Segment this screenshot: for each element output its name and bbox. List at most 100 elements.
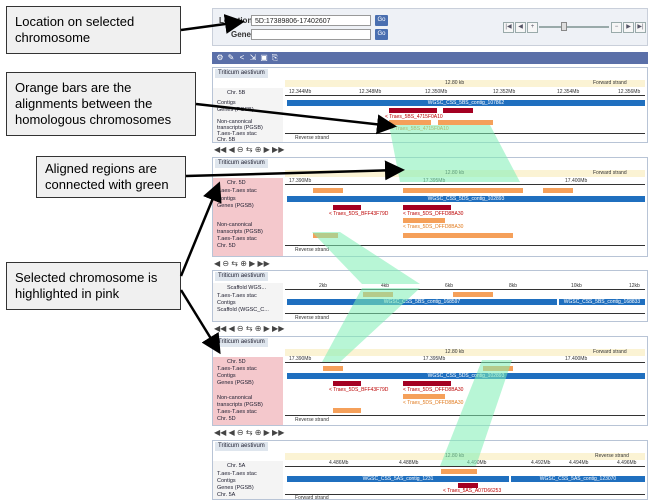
location-go-button[interactable]: Go [375, 15, 388, 26]
alignment-bar[interactable] [543, 188, 573, 193]
contig-bar[interactable]: WGSC_CSS_5DS_contig_102893 [287, 373, 645, 379]
gene-bar[interactable] [443, 108, 473, 113]
contig-bar[interactable]: WGSC_CSS_5BS_contig_168833 [559, 299, 645, 305]
link-icon[interactable]: ⎘ [270, 53, 280, 63]
callout-location-text: Location on selected chromosome [15, 14, 135, 45]
track-label-transcripts: transcripts (PGSB) [217, 229, 263, 235]
next-icon[interactable]: ▶ [623, 22, 634, 33]
alignment-bar[interactable] [438, 120, 493, 125]
gene-label[interactable]: < Traes_5BS_4715F0A10 [391, 126, 449, 132]
track-label-genes: Genes (PGSB) [217, 203, 254, 209]
tick-label: 2kb [319, 283, 328, 289]
contig-bar[interactable]: WGSC_CSS_5AS_contig_123070 [511, 476, 645, 482]
zoom-slider[interactable] [539, 26, 609, 28]
zoom-in-icon[interactable]: − [611, 22, 622, 33]
track-label-chr: Chr. 5B [217, 137, 236, 143]
species-tab: Triticum aestivum [215, 159, 268, 168]
alignment-bar[interactable] [363, 292, 393, 297]
gene-input[interactable] [251, 29, 371, 40]
track-label-scaffold: Scaffold (WGSC_C... [217, 307, 269, 313]
genome-browser: Location: 5D:17389806-17402607 Go Gene: … [212, 8, 648, 501]
view-toolbar: ⚙ ✎ < ⇲ ▣ ⎘ [212, 52, 648, 64]
alignment-bar[interactable] [403, 233, 513, 238]
gene-bar[interactable] [333, 381, 361, 386]
alignment-bar[interactable] [323, 366, 343, 371]
reverse-strand-label: Reverse strand [295, 417, 329, 423]
tick-label: 4.490Mb [467, 460, 487, 466]
track-labels-selected: Chr. 5D T.aes-T.aes stac Contigs Genes (… [213, 178, 283, 256]
panel-controls[interactable]: ◀◀ ◀ ⊖ ⇆ ⊕ ▶ ▶▶ [214, 428, 284, 437]
scale-label: 12.80 kb [445, 80, 465, 86]
contig-bar[interactable]: WGSC_CSS_5BS_contig_168597 [287, 299, 557, 305]
gene-bar[interactable] [333, 205, 361, 210]
last-page-icon[interactable]: ▶| [635, 22, 646, 33]
contig-bar[interactable]: WGSC_CSS_5AS_contig_1231 [287, 476, 509, 482]
track-label-contigs: Contigs [217, 100, 236, 106]
gene-label[interactable]: < Traes_5DS_DFFD8BA30 [403, 387, 463, 393]
panel-chr5d: Triticum aestivum 12.80 kb Forward stran… [212, 336, 648, 426]
alignment-bar[interactable] [333, 408, 361, 413]
tick-label: 4kb [381, 283, 390, 289]
gene-label[interactable]: < Traes_5DS_DFFD8BA30 [403, 400, 463, 406]
track-label-genes: Genes (PGSB) [217, 107, 254, 113]
track-label-contigs: Contigs [217, 373, 236, 379]
gene-bar[interactable] [403, 205, 451, 210]
bottom-ruler [285, 494, 645, 495]
track-label-stac: T.aes-T.aes stac [217, 409, 257, 415]
scale-label: 12.80 kb [445, 453, 465, 459]
tick-label: 4.492Mb [531, 460, 551, 466]
alignment-bar[interactable] [441, 469, 477, 474]
gene-bar[interactable] [389, 108, 437, 113]
track-label-stac: T.aes-T.aes stac [217, 293, 257, 299]
gene-bar[interactable] [403, 381, 451, 386]
tick-label: 17.400Mb [565, 178, 588, 184]
export-icon[interactable]: ⇲ [248, 53, 258, 63]
panel-chr5a: Triticum aestivum 12.80 kb Reverse stran… [212, 440, 648, 501]
alignment-bar[interactable] [403, 394, 445, 399]
track-labels: Chr. 5A T.aes-T.aes stac Contigs Genes (… [213, 461, 283, 499]
callout-pink: Selected chromosome is highlighted in pi… [6, 262, 181, 310]
species-tab: Triticum aestivum [215, 338, 268, 347]
panel-chr5d-selected: Triticum aestivum 12.80 kb Forward stran… [212, 157, 648, 257]
zoom-out-icon[interactable]: + [527, 22, 538, 33]
callout-green-text: Aligned regions are connected with green [45, 161, 169, 192]
track-label-contigs: Contigs [217, 478, 236, 484]
alignment-bar[interactable] [403, 218, 445, 223]
panel-chr5b: Triticum aestivum 12.80 kb Forward stran… [212, 67, 648, 143]
tick-label: 12.348Mb [359, 89, 382, 95]
settings-icon[interactable]: ✎ [226, 53, 236, 63]
scale-bar [285, 80, 645, 87]
species-tab: Triticum aestivum [215, 69, 268, 78]
share-icon[interactable]: < [237, 53, 247, 63]
alignment-bar[interactable] [453, 292, 493, 297]
tick-label: 17.390Mb [289, 178, 312, 184]
panel-controls[interactable]: ◀◀ ◀ ⊖ ⇆ ⊕ ▶ ▶▶ [214, 145, 284, 154]
panel-controls[interactable]: ◀◀ ◀ ⊖ ⇆ ⊕ ▶ ▶▶ [214, 324, 284, 333]
previous-icon[interactable]: ◀ [515, 22, 526, 33]
forward-strand-label: Forward strand [295, 495, 329, 501]
gear-icon[interactable]: ⚙ [215, 53, 225, 63]
zoom-slider-handle[interactable] [561, 22, 567, 31]
gene-label[interactable]: < Traes_5DS_DFFD8BA30 [403, 211, 463, 217]
alignment-bar[interactable] [483, 366, 513, 371]
tick-label: 4.494Mb [569, 460, 589, 466]
image-icon[interactable]: ▣ [259, 53, 269, 63]
alignment-bar[interactable] [313, 188, 343, 193]
first-page-icon[interactable]: |◀ [503, 22, 514, 33]
gene-label[interactable]: < Traes_5DS_BFF43F79D [329, 387, 388, 393]
scale-bar [285, 170, 645, 177]
gene-label[interactable]: < Traes_5DS_BFF43F79D [329, 211, 388, 217]
location-input[interactable]: 5D:17389806-17402607 [251, 15, 371, 26]
gene-label[interactable]: < Traes_5DS_DFFD8BA30 [403, 224, 463, 230]
track-label-transcripts: transcripts (PGSB) [217, 402, 263, 408]
panel-controls[interactable]: ◀ ⊖ ⇆ ⊕ ▶ ▶▶ [214, 259, 270, 268]
contig-bar[interactable]: WGSC_CSS_5DS_contig_102893 [287, 196, 645, 202]
alignment-bar[interactable] [403, 188, 523, 193]
scale-label: 12.80 kb [445, 170, 465, 176]
alignment-bar[interactable] [389, 120, 431, 125]
alignment-bar[interactable] [313, 233, 338, 238]
gene-go-button[interactable]: Go [375, 29, 388, 40]
contig-bar[interactable]: WGSC_CSS_5BS_contig_107862 [287, 100, 645, 106]
search-panel: Location: 5D:17389806-17402607 Go Gene: … [212, 8, 648, 46]
reverse-strand-label: Reverse strand [295, 135, 329, 141]
